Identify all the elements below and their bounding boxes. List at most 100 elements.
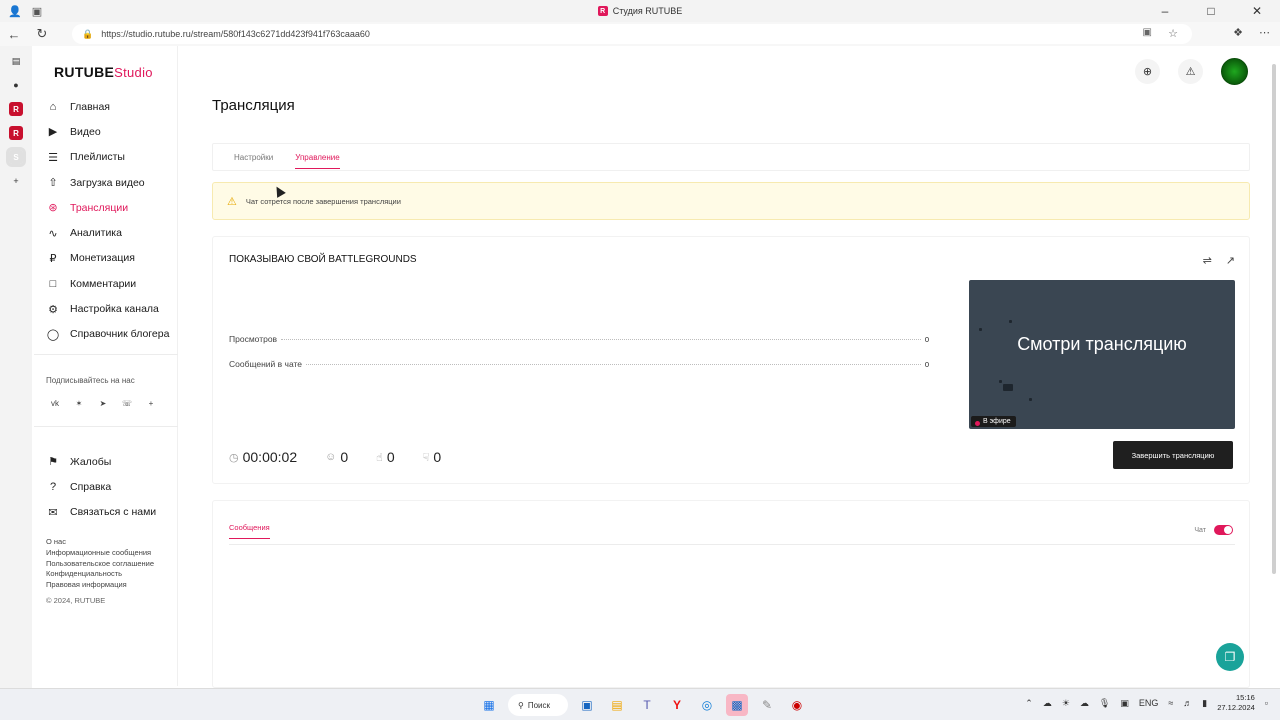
close-window-button[interactable]: ✕: [1234, 0, 1280, 22]
upload-action-icon[interactable]: ⊕: [1135, 59, 1160, 84]
sidebar-item-playlists[interactable]: ☰ Плейлисты: [46, 145, 186, 170]
flag-icon: ⚑: [48, 456, 58, 469]
sidebar-item-streams[interactable]: ⊛ Трансляции: [46, 195, 186, 220]
channel-settings-icon: ⚙: [48, 303, 58, 316]
sidebar-item-analytics[interactable]: ∿ Аналитика: [46, 220, 186, 245]
thumbs-down-icon: ☟: [422, 451, 430, 464]
sidebar-item-home[interactable]: ⌂ Главная: [46, 94, 186, 119]
sidebar-item-upload[interactable]: ⇧ Загрузка видео: [46, 170, 186, 195]
tray-network-app-icon[interactable]: ☁: [1043, 698, 1052, 709]
sidebar-item-help[interactable]: ? Справка: [46, 474, 156, 499]
sidebar-item-label: Плейлисты: [70, 151, 125, 164]
sidebar-item-complaints[interactable]: ⚑ Жалобы: [46, 449, 156, 474]
sidebar-item-label: Загрузка видео: [70, 176, 145, 189]
footer-link-info-messages[interactable]: Информационные сообщения: [46, 548, 154, 559]
stream-preview[interactable]: Смотри трансляцию В эфире: [969, 280, 1235, 429]
browser-titlebar: 👤 ▣ R Студия RUTUBE – □ ✕: [0, 0, 1280, 22]
start-menu-icon[interactable]: ▦: [478, 694, 500, 716]
workspaces-icon[interactable]: ▣: [32, 5, 42, 18]
tab-rutube-1[interactable]: R: [9, 102, 23, 116]
tab-messages[interactable]: Сообщения: [229, 523, 270, 539]
social-links: vk ✶ ➤ ☏ +: [46, 396, 160, 410]
main-content: ⊕ ⚠ Трансляция Настройки Управление ⚠ Ча…: [196, 46, 1266, 688]
profile-icon[interactable]: 👤: [8, 5, 22, 18]
footer-link-legal[interactable]: Правовая информация: [46, 580, 154, 591]
lock-icon[interactable]: 🔒: [82, 29, 93, 40]
maximize-button[interactable]: □: [1188, 0, 1234, 22]
metric-dislikes: ☟ 0: [423, 449, 442, 465]
logo-product: Studio: [114, 65, 153, 80]
sidebar-item-contact[interactable]: ✉ Связаться с нами: [46, 500, 156, 525]
footer-link-about[interactable]: О нас: [46, 537, 154, 548]
sidebar-item-blogger-guide[interactable]: ◯ Справочник блогера: [46, 322, 186, 347]
footer-link-privacy[interactable]: Конфиденциальность: [46, 569, 154, 580]
taskbar-search[interactable]: ⚲ Поиск: [508, 694, 568, 716]
tab-rutube-studio[interactable]: S: [6, 147, 26, 167]
tab-management[interactable]: Управление: [295, 143, 341, 171]
tray-chevron-up-icon[interactable]: ⌃: [1025, 698, 1033, 709]
edge-browser-icon[interactable]: ◎: [696, 694, 718, 716]
back-button[interactable]: ←: [0, 27, 28, 42]
monetization-icon: ₽: [49, 252, 57, 265]
tab-settings[interactable]: Настройки: [234, 143, 273, 171]
end-stream-button[interactable]: Завершить трансляцию: [1113, 441, 1233, 469]
page-scrollbar[interactable]: [1272, 64, 1276, 574]
battery-icon[interactable]: ▮: [1202, 698, 1207, 709]
mail-icon: ✉: [48, 506, 58, 519]
chat-toggle-switch[interactable]: [1214, 525, 1233, 535]
stream-title: ПОКАЗЫВАЮ СВОЙ BATTLEGROUNDS: [229, 254, 417, 265]
wifi-icon[interactable]: ≈: [1168, 698, 1173, 708]
new-tab-button[interactable]: +: [9, 174, 23, 188]
url-text[interactable]: https://studio.rutube.ru/stream/580f143c…: [101, 29, 370, 39]
store-app-icon[interactable]: ▩: [726, 694, 748, 716]
sidebar-item-label: Связаться с нами: [70, 506, 157, 519]
microphone-icon[interactable]: 🎙: [1099, 698, 1110, 709]
viewer-icon: ☺: [325, 451, 337, 463]
sidebar-item-comments[interactable]: □ Комментарии: [46, 271, 186, 296]
notifications-bell-icon[interactable]: ⚠: [1178, 59, 1203, 84]
tab-panel-icon[interactable]: ▤: [9, 54, 23, 68]
sidebar-item-channel-settings[interactable]: ⚙ Настройка канала: [46, 296, 186, 321]
more-socials-icon[interactable]: +: [142, 396, 160, 410]
window-title-text: Студия RUTUBE: [612, 6, 683, 16]
reload-button[interactable]: ↻: [28, 26, 56, 42]
footer-link-user-agreement[interactable]: Пользовательское соглашение: [46, 559, 154, 570]
volume-icon[interactable]: ♬: [1183, 698, 1192, 708]
clock-icon: ◷: [229, 451, 239, 464]
address-bar[interactable]: 🔒 https://studio.rutube.ru/stream/580f14…: [72, 24, 1192, 44]
sidebar-nav: ⌂ Главная ▶ Видео ☰ Плейлисты ⇧ Загрузка вид…: [46, 94, 186, 347]
tab-add-circle-icon[interactable]: ●: [9, 78, 23, 92]
more-menu-icon[interactable]: ⋯: [1259, 26, 1270, 39]
sidebar-item-label: Настройка канала: [70, 303, 159, 316]
obs-app-icon[interactable]: ◉: [786, 694, 808, 716]
pen-app-icon[interactable]: ✎: [756, 694, 778, 716]
open-external-icon[interactable]: ↗: [1226, 254, 1235, 267]
language-indicator[interactable]: ENG: [1139, 698, 1159, 708]
sidebar: RUTUBEStudio ⌂ Главная ▶ Видео ☰ Плейлисты …: [34, 46, 178, 686]
ok-icon[interactable]: ✶: [70, 396, 88, 410]
viber-icon[interactable]: ☏: [118, 396, 136, 410]
share-icon[interactable]: ⇌: [1203, 254, 1212, 267]
telegram-icon[interactable]: ➤: [94, 396, 112, 410]
task-view-icon[interactable]: ▣: [576, 694, 598, 716]
vk-icon[interactable]: vk: [46, 396, 64, 410]
teams-icon[interactable]: T: [636, 694, 658, 716]
support-chat-icon[interactable]: ❐: [1216, 643, 1244, 671]
collections-icon[interactable]: ❖: [1233, 26, 1243, 39]
file-explorer-icon[interactable]: ▤: [606, 694, 628, 716]
rutube-studio-logo[interactable]: RUTUBEStudio: [54, 64, 153, 80]
avatar[interactable]: [1221, 58, 1248, 85]
sidebar-item-monetization[interactable]: ₽ Монетизация: [46, 246, 186, 271]
sidebar-item-label: Монетизация: [70, 252, 135, 265]
notifications-icon[interactable]: ▫: [1265, 698, 1268, 708]
sidebar-item-video[interactable]: ▶ Видео: [46, 119, 186, 144]
tray-onedrive-icon[interactable]: ☁: [1080, 698, 1089, 709]
tray-app-icon[interactable]: ☀: [1062, 698, 1070, 709]
tab-rutube-2[interactable]: R: [9, 126, 23, 140]
tray-app2-icon[interactable]: ▣: [1120, 698, 1129, 709]
favorite-star-icon[interactable]: ☆: [1168, 27, 1178, 40]
reader-mode-icon[interactable]: ▣: [1143, 27, 1152, 38]
minimize-button[interactable]: –: [1142, 0, 1188, 22]
yandex-browser-icon[interactable]: Y: [666, 694, 688, 716]
taskbar-clock[interactable]: 15:16 27.12.2024: [1217, 693, 1255, 713]
